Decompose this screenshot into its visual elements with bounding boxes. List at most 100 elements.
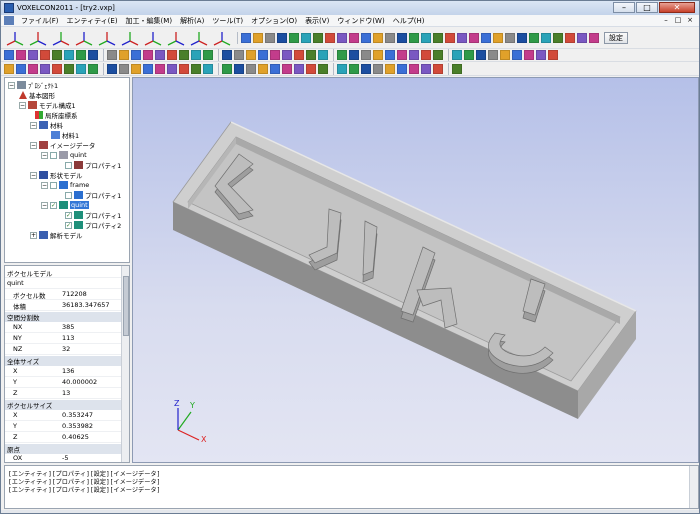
property-row[interactable]: Z 13 xyxy=(5,389,122,399)
toolbar-tool-icon[interactable] xyxy=(16,50,26,60)
visibility-checkbox[interactable] xyxy=(50,151,57,159)
visibility-checkbox[interactable] xyxy=(65,161,72,169)
doc-minimize-button[interactable]: – xyxy=(661,16,671,25)
toolbar-tool-icon[interactable] xyxy=(258,50,268,60)
document-icon[interactable] xyxy=(4,16,14,25)
toolbar-tool-icon[interactable] xyxy=(203,50,213,60)
toolbar-tool-icon[interactable] xyxy=(52,63,62,74)
property-name-row[interactable]: quint xyxy=(5,279,122,289)
property-row[interactable]: X 136 xyxy=(5,367,122,377)
toolbar-tool-icon[interactable] xyxy=(131,63,141,74)
output-scrollbar[interactable] xyxy=(689,466,698,508)
toolbar-tool-icon[interactable] xyxy=(258,63,268,74)
doc-close-button[interactable]: × xyxy=(685,16,695,25)
toolbar-tool-icon[interactable] xyxy=(119,50,129,60)
toolbar-tool-icon[interactable] xyxy=(88,50,98,60)
toolbar-tool-icon[interactable] xyxy=(373,32,383,43)
tree-node-shape-model[interactable]: − 形状モデル xyxy=(30,170,83,180)
toolbar-tool-icon[interactable] xyxy=(548,50,558,60)
toolbar-tool-icon[interactable] xyxy=(397,32,407,43)
toolbar-tool-icon[interactable] xyxy=(421,32,431,43)
toolbar-tool-icon[interactable] xyxy=(385,50,395,60)
toolbar-tool-icon[interactable] xyxy=(246,63,256,74)
tree-node-image-property1[interactable]: プロパティ1 xyxy=(65,160,121,170)
toolbar-tool-icon[interactable] xyxy=(76,63,86,74)
toolbar-tool-icon[interactable] xyxy=(16,63,26,74)
toolbar-tool-icon[interactable] xyxy=(191,63,201,74)
toolbar-tool-icon[interactable] xyxy=(481,32,491,43)
toolbar-tool-icon[interactable] xyxy=(409,32,419,43)
toolbar-tool-icon[interactable] xyxy=(349,32,359,43)
toolbar-tool-icon[interactable] xyxy=(529,32,539,43)
toolbar-tool-icon[interactable] xyxy=(349,50,359,60)
toolbar-tool-icon[interactable] xyxy=(222,50,232,60)
minimize-button[interactable]: – xyxy=(613,2,635,13)
menu-view[interactable]: 表示(V) xyxy=(301,16,333,26)
toolbar-tool-icon[interactable] xyxy=(541,32,551,43)
property-section-voxel[interactable]: ボクセルサイズ xyxy=(5,400,122,410)
toolbar-tool-icon[interactable] xyxy=(500,50,510,60)
tree-node-image-data[interactable]: − イメージデータ xyxy=(30,140,95,150)
property-row[interactable]: Y 0.353982 xyxy=(5,422,122,432)
property-section-space[interactable]: 空間分割数 xyxy=(5,312,122,322)
toolbar-tool-icon[interactable] xyxy=(265,32,275,43)
toolbar-tool-icon[interactable] xyxy=(203,63,213,74)
toolbar-tool-icon[interactable] xyxy=(445,32,455,43)
toolbar-tool-icon[interactable] xyxy=(270,50,280,60)
toolbar-tool-icon[interactable] xyxy=(143,63,153,74)
axis-view-button[interactable] xyxy=(73,29,95,47)
toolbar-tool-icon[interactable] xyxy=(313,32,323,43)
toolbar-tool-icon[interactable] xyxy=(433,63,443,74)
menu-window[interactable]: ウィンドウ(W) xyxy=(333,16,388,26)
tree-node-project[interactable]: − ﾌﾟﾛｼﾞｪｸﾄ1 xyxy=(8,80,58,90)
property-scrollbar[interactable] xyxy=(121,266,129,462)
toolbar-tool-icon[interactable] xyxy=(421,63,431,74)
toolbar-tool-icon[interactable] xyxy=(397,63,407,74)
toolbar-tool-icon[interactable] xyxy=(373,63,383,74)
toolbar-tool-icon[interactable] xyxy=(433,32,443,43)
toolbar-tool-icon[interactable] xyxy=(476,50,486,60)
toolbar-tool-icon[interactable] xyxy=(361,63,371,74)
toolbar-tool-icon[interactable] xyxy=(517,32,527,43)
property-row[interactable]: NZ 32 xyxy=(5,345,122,355)
toolbar-tool-icon[interactable] xyxy=(167,63,177,74)
toolbar-tool-icon[interactable] xyxy=(52,50,62,60)
property-row[interactable]: Z 0.40625 xyxy=(5,433,122,443)
toolbar-tool-icon[interactable] xyxy=(143,50,153,60)
tree-node-local-coords[interactable]: 局所座標系 xyxy=(35,110,78,120)
property-section-size[interactable]: 全体サイズ xyxy=(5,356,122,366)
tree-node-model-config[interactable]: − モデル構成1 xyxy=(19,100,76,110)
toolbar-tool-icon[interactable] xyxy=(409,50,419,60)
toolbar-tool-icon[interactable] xyxy=(167,50,177,60)
doc-restore-button[interactable]: □ xyxy=(673,16,683,25)
tree-node-basic-shapes[interactable]: 基本図形 xyxy=(19,90,55,100)
toolbar-tool-icon[interactable] xyxy=(536,50,546,60)
toolbar-tool-icon[interactable] xyxy=(234,50,244,60)
toolbar-tool-icon[interactable] xyxy=(361,50,371,60)
toolbar-tool-icon[interactable] xyxy=(464,50,474,60)
toolbar-tool-icon[interactable] xyxy=(294,63,304,74)
tree-node-analysis-model[interactable]: + 解析モデル xyxy=(30,230,83,240)
visibility-checkbox[interactable] xyxy=(50,181,57,189)
toolbar-tool-icon[interactable] xyxy=(64,50,74,60)
maximize-button[interactable]: □ xyxy=(636,2,658,13)
toolbar-tool-icon[interactable] xyxy=(337,32,347,43)
collapse-toggle[interactable]: − xyxy=(30,121,37,129)
toolbar-tool-icon[interactable] xyxy=(397,50,407,60)
tree-node-quint[interactable]: − ✓ quint xyxy=(41,200,89,210)
toolbar-tool-icon[interactable] xyxy=(155,63,165,74)
toolbar-tool-icon[interactable] xyxy=(433,50,443,60)
toolbar-tool-icon[interactable] xyxy=(253,32,263,43)
property-row[interactable]: OX -5 xyxy=(5,454,122,462)
toolbar-tool-icon[interactable] xyxy=(409,63,419,74)
toolbar-tool-icon[interactable] xyxy=(4,50,14,60)
toolbar-tool-icon[interactable] xyxy=(107,50,117,60)
toolbar-tool-icon[interactable] xyxy=(318,63,328,74)
toolbar-tool-icon[interactable] xyxy=(565,32,575,43)
toolbar-tool-icon[interactable] xyxy=(270,63,280,74)
menu-help[interactable]: ヘルプ(H) xyxy=(389,16,429,26)
axis-view-button[interactable] xyxy=(50,29,72,47)
tree-node-material[interactable]: − 材料 xyxy=(30,120,63,130)
tree-node-material1[interactable]: 材料1 xyxy=(51,130,79,140)
axis-view-button[interactable] xyxy=(211,29,233,47)
